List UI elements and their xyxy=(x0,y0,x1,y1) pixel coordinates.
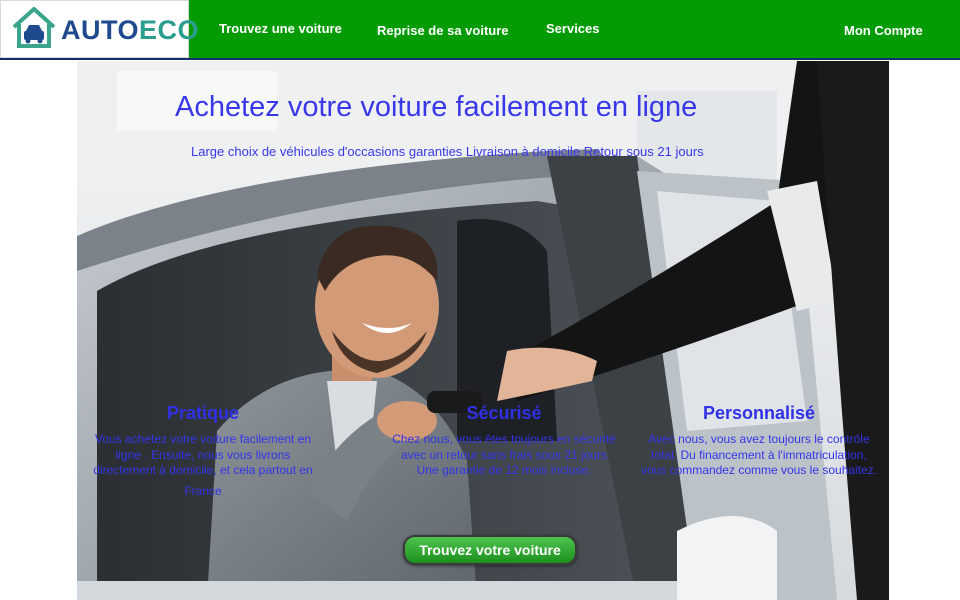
feature-pratique: Pratique Vous achetez votre voiture faci… xyxy=(77,403,329,499)
feature-description: Avec nous, vous avez toujours le contrôl… xyxy=(628,432,889,479)
hero-title: Achetez votre voiture facilement en lign… xyxy=(175,91,698,123)
brand-logo[interactable]: AUTOECO xyxy=(0,0,199,58)
feature-title: Sécurisé xyxy=(466,403,542,423)
feature-personnalise: Personnalisé Avec nous, vous avez toujou… xyxy=(628,403,889,479)
brand-wordmark: AUTOECO xyxy=(61,15,199,45)
feature-line: avec un retour sans frais sous 21 jours xyxy=(400,447,608,462)
brand-part-eco: ECO xyxy=(139,15,200,45)
feature-description: Vous achetez votre voiture facilement en… xyxy=(77,432,329,499)
hero-section: Achetez votre voiture facilement en lign… xyxy=(77,61,889,600)
nav-link-find-car[interactable]: Trouvez une voiture xyxy=(219,21,342,36)
nav-link-trade-in[interactable]: Reprise de sa voiture xyxy=(377,23,509,38)
feature-line: Vous achetez votre voiture facilement en xyxy=(94,432,312,446)
brand-part-auto: AUTO xyxy=(61,15,140,45)
find-car-button[interactable]: Trouvez votre voiture xyxy=(403,535,577,565)
feature-title: Personnalisé xyxy=(702,403,816,423)
feature-title: Pratique xyxy=(166,403,240,423)
car-house-icon xyxy=(12,7,56,48)
nav-link-services[interactable]: Services xyxy=(546,21,600,36)
nav-link-account[interactable]: Mon Compte xyxy=(844,23,923,38)
feature-line: France xyxy=(184,483,222,498)
feature-securise: Sécurisé Chez nous, vous êtes toujours e… xyxy=(380,403,628,479)
feature-description: Chez nous, vous êtes toujours en sécurit… xyxy=(380,432,628,479)
feature-line: total. Du financement à l'immatriculatio… xyxy=(651,447,867,462)
feature-line: ligne . Ensuite, nous vous livrons xyxy=(115,447,291,462)
hero-background-image xyxy=(77,61,889,600)
feature-line: vous commandez comme vous le souhaitez. xyxy=(640,463,878,477)
feature-line: directement à domicile, et cela partout … xyxy=(93,463,313,477)
hero-subtitle: Large choix de véhicules d'occasions gar… xyxy=(191,144,704,159)
feature-line: Une garantie de 12 mois incluse. xyxy=(416,463,592,477)
feature-line: Avec nous, vous avez toujours le contrôl… xyxy=(648,432,870,446)
top-navbar: AUTOECO Trouvez une voiture Reprise de s… xyxy=(0,0,960,60)
feature-line: Chez nous, vous êtes toujours en sécurit… xyxy=(392,432,616,446)
